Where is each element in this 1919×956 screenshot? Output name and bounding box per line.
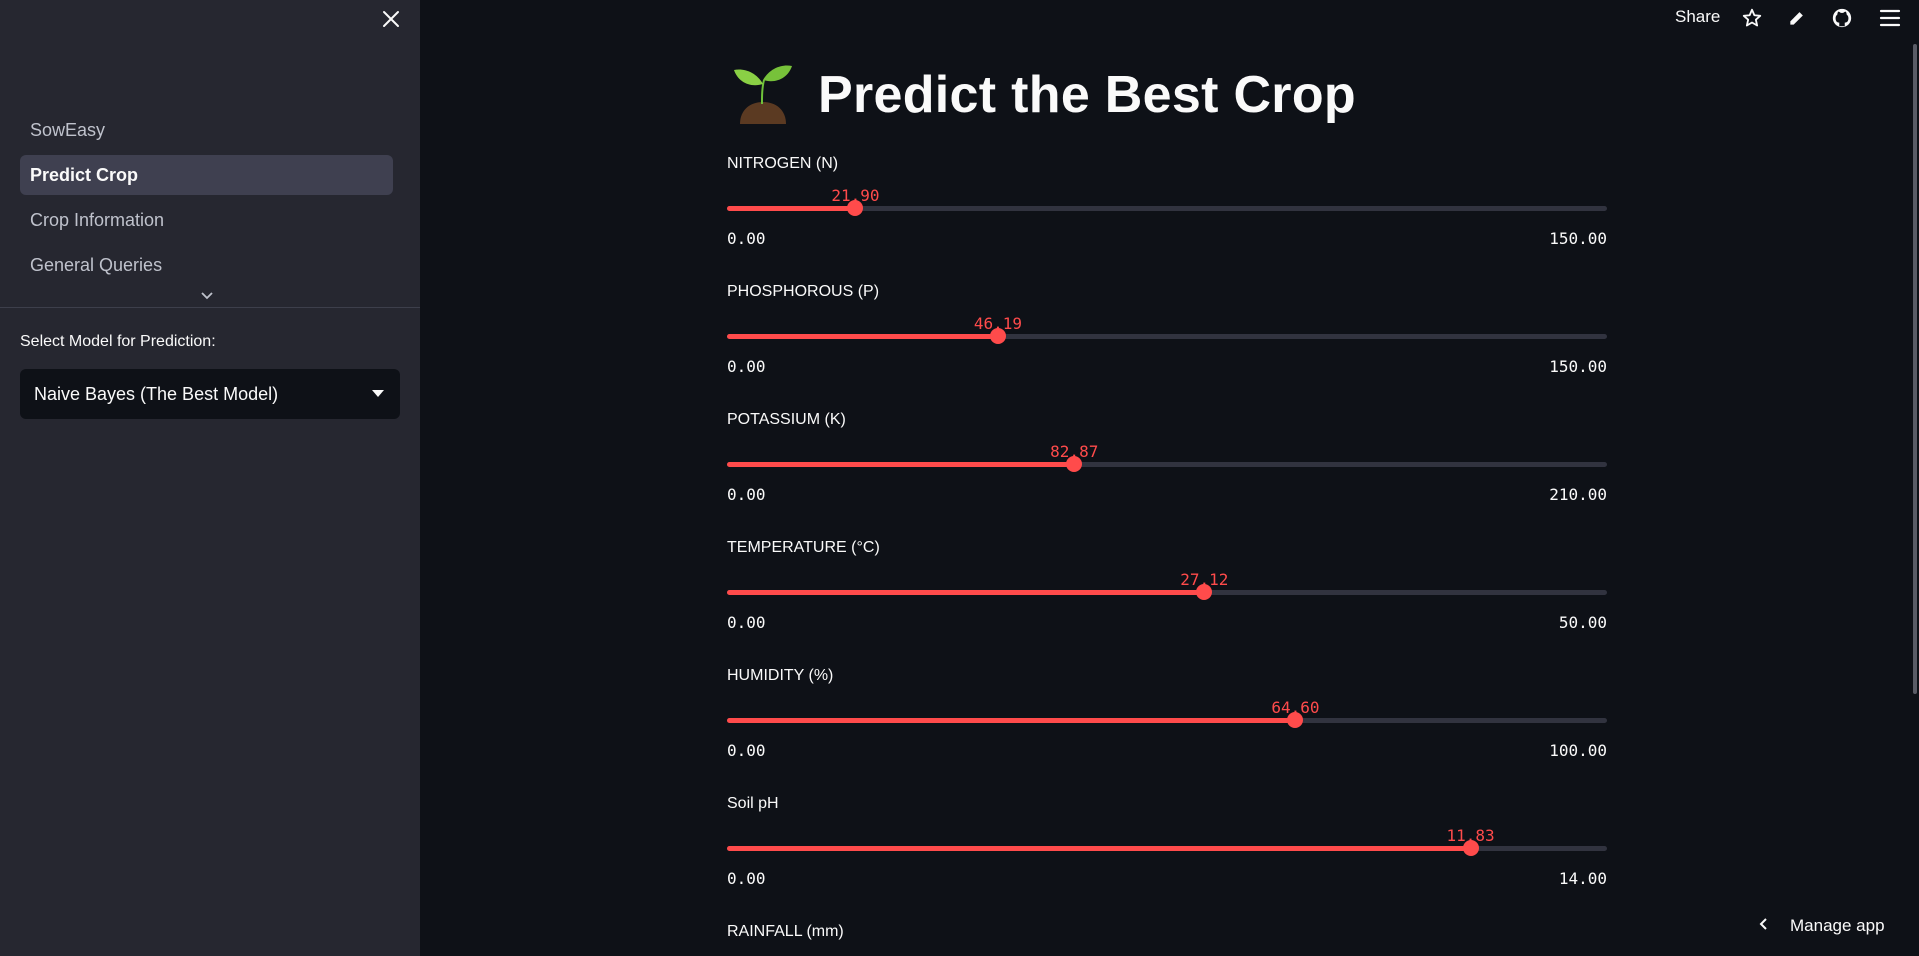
slider-track[interactable] [727,456,1607,472]
chevron-left-icon [1758,916,1768,936]
slider-min: 0.00 [727,869,766,888]
slider-thumb[interactable] [1196,584,1213,600]
slider-min: 0.00 [727,229,766,248]
menu-icon[interactable] [1878,6,1902,30]
share-button[interactable]: Share [1675,7,1720,27]
github-icon[interactable] [1830,6,1854,30]
slider-label: Soil pH [727,795,779,812]
slider-fill [727,334,998,339]
slider-thumb[interactable] [989,328,1006,344]
slider-track[interactable] [727,840,1607,856]
slider-min: 0.00 [727,741,766,760]
slider-label: POTASSIUM (K) [727,411,846,428]
page-title: Predict the Best Crop [818,65,1356,124]
sidebar-item-crop-information[interactable]: Crop Information [20,200,393,240]
sidebar-item-predict-crop[interactable]: Predict Crop [20,155,393,195]
slider-thumb[interactable] [847,200,864,216]
edit-icon[interactable] [1785,6,1809,30]
manage-app-label: Manage app [1790,916,1885,935]
slider-max: 50.00 [1558,613,1607,632]
slider-fill [727,718,1296,723]
slider-thumb[interactable] [1462,840,1479,856]
slider-fill [727,846,1471,851]
caret-down-icon [372,390,384,397]
slider-fill [727,590,1205,595]
slider-label: HUMIDITY (%) [727,667,834,684]
slider-min: 0.00 [727,357,766,376]
slider-min: 0.00 [727,485,766,504]
slider-label: PHOSPHOROUS (P) [727,283,880,300]
sidebar-nav: SowEasy Predict Crop Crop Information Ge… [20,110,393,290]
star-icon[interactable] [1740,6,1764,30]
model-select-label: Select Model for Prediction: [20,333,216,350]
slider-label: NITROGEN (N) [727,155,839,172]
slider-track[interactable] [727,712,1607,728]
close-icon[interactable] [378,6,404,32]
scrollbar-thumb[interactable] [1913,44,1917,694]
model-select[interactable]: Naive Bayes (The Best Model) [20,369,400,419]
sidebar-item-general-queries[interactable]: General Queries [20,245,393,285]
sidebar-divider [0,307,420,308]
slider-thumb[interactable] [1066,456,1083,472]
slider-thumb[interactable] [1287,712,1304,728]
slider-max: 100.00 [1549,741,1607,760]
slider-track[interactable] [727,328,1607,344]
chevron-down-icon[interactable] [200,288,218,302]
slider-max: 150.00 [1549,229,1607,248]
slider-label: RAINFALL (mm) [727,923,844,940]
slider-fill [727,462,1075,467]
slider-max: 14.00 [1558,869,1607,888]
slider-label: TEMPERATURE (°C) [727,539,880,556]
model-select-value: Naive Bayes (The Best Model) [34,383,279,404]
slider-fill [727,206,856,211]
page-header: Predict the Best Crop [728,60,1356,129]
slider-min: 0.00 [727,613,766,632]
slider-track[interactable] [727,584,1607,600]
seedling-icon [728,60,798,129]
sidebar-item-soweasy[interactable]: SowEasy [20,110,393,150]
slider-track[interactable] [727,200,1607,216]
manage-app-button[interactable]: Manage app [1758,916,1885,936]
slider-max: 150.00 [1549,357,1607,376]
slider-max: 210.00 [1549,485,1607,504]
sidebar: SowEasy Predict Crop Crop Information Ge… [0,0,420,956]
